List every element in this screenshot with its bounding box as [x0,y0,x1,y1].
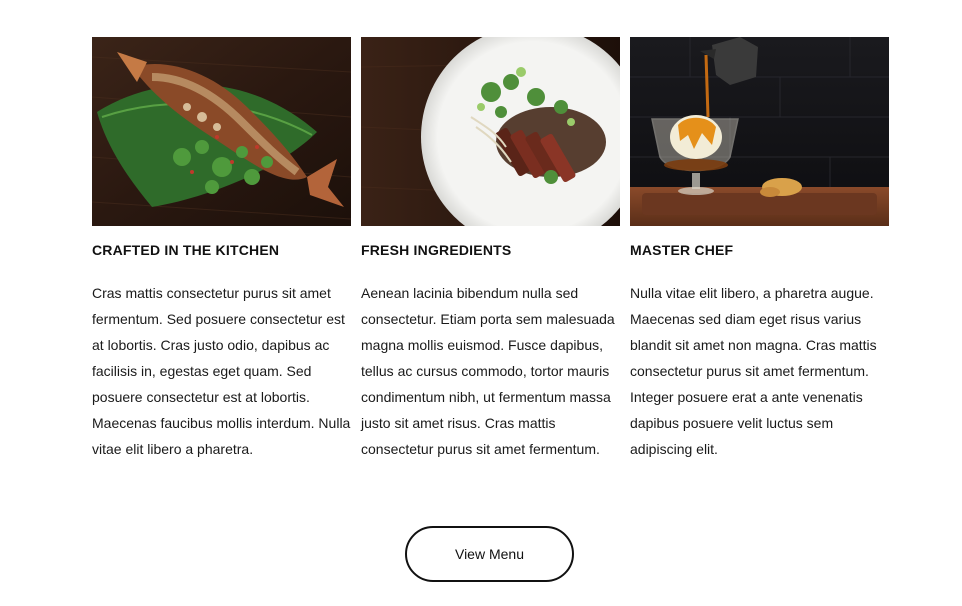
feature-description: Cras mattis consectetur purus sit amet f… [92,285,351,457]
view-menu-button[interactable]: View Menu [405,526,574,582]
feature-columns: CRAFTED IN THE KITCHEN Cras mattis conse… [92,37,889,462]
feature-description: Nulla vitae elit libero, a pharetra augu… [630,285,877,457]
feature-title: MASTER CHEF [630,242,734,258]
fish-dish-photo [92,37,351,226]
cta-wrapper: View Menu [405,526,574,582]
feature-title: FRESH INGREDIENTS [361,242,512,258]
steak-plate-photo [361,37,620,226]
feature-column-kitchen: CRAFTED IN THE KITCHEN Cras mattis conse… [92,37,351,462]
feature-description: Aenean lacinia bibendum nulla sed consec… [361,285,615,457]
page: CRAFTED IN THE KITCHEN Cras mattis conse… [0,0,962,606]
dessert-pour-photo [630,37,889,226]
feature-column-ingredients: FRESH INGREDIENTS Aenean lacinia bibendu… [361,37,620,462]
feature-column-chef: MASTER CHEF Nulla vitae elit libero, a p… [630,37,889,462]
feature-title: CRAFTED IN THE KITCHEN [92,242,280,258]
